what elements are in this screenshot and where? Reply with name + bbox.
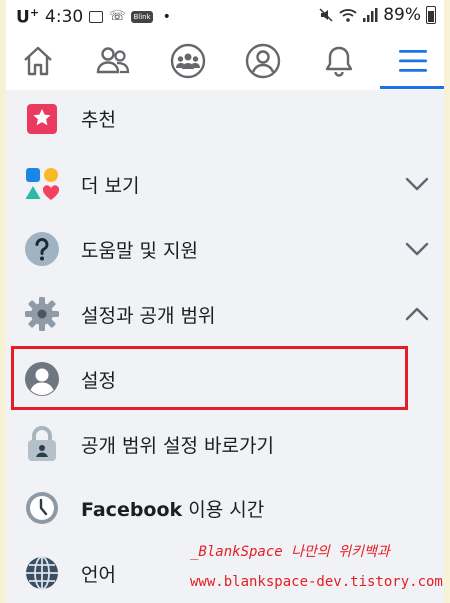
menu-item-help-support[interactable]: 도움말 및 지원 <box>6 217 444 281</box>
mute-icon <box>319 8 333 22</box>
groups-tab[interactable] <box>168 41 208 81</box>
app-notification-icon: Blink <box>131 10 153 23</box>
menu-item-label: 도움말 및 지원 <box>81 239 198 262</box>
menu-item-label: 공개 범위 설정 바로가기 <box>81 434 274 457</box>
menu-tab[interactable] <box>393 41 433 81</box>
chevron-up-icon[interactable] <box>402 299 432 329</box>
status-left: U+ 4:30 ☏ Blink • <box>16 6 171 28</box>
clock-icon <box>23 489 61 527</box>
friends-icon <box>96 47 130 74</box>
chevron-down-icon[interactable] <box>402 169 432 199</box>
status-bar: U+ 4:30 ☏ Blink • 89% <box>6 0 444 32</box>
highlight-box <box>11 346 408 410</box>
signal-icon <box>363 8 378 22</box>
bell-icon <box>325 46 353 77</box>
watermark-url: www.blankspace-dev.tistory.com <box>190 574 443 590</box>
help-icon <box>23 230 61 268</box>
menu-item-label: 추천 <box>81 108 116 131</box>
menu-item-label: 더 보기 <box>81 174 140 197</box>
wifi-call-icon: ☏ <box>109 9 126 25</box>
chevron-down-icon[interactable] <box>402 234 432 264</box>
app-frame: U+ 4:30 ☏ Blink • 89% 추천 더 보기 도움말 및 지원 설… <box>6 0 444 603</box>
more-notifications-icon: • <box>162 8 171 25</box>
gear-icon <box>23 295 61 333</box>
hamburger-menu-icon <box>399 50 427 72</box>
battery-percent: 89% <box>383 5 421 25</box>
see-more-icon <box>23 165 61 203</box>
recommend-icon <box>23 99 61 137</box>
status-right: 89% <box>318 5 436 25</box>
battery-icon <box>426 6 436 24</box>
menu-item-label: 설정과 공개 범위 <box>81 304 216 327</box>
clock-time: 4:30 <box>45 6 84 27</box>
groups-icon <box>170 43 206 79</box>
wifi-icon <box>339 9 357 22</box>
notifications-tab[interactable] <box>319 41 359 81</box>
home-tab[interactable] <box>18 41 58 81</box>
menu-item-label: 언어 <box>81 563 116 586</box>
globe-icon <box>23 554 61 592</box>
watermark-title: _BlankSpace 나만의 위키백과 <box>190 544 390 560</box>
menu-item-settings-privacy[interactable]: 설정과 공개 범위 <box>6 282 444 346</box>
friends-tab[interactable] <box>93 41 133 81</box>
menu-item-time-on-facebook[interactable]: Facebook 이용 시간 <box>6 476 444 540</box>
menu-item-label: Facebook 이용 시간 <box>81 498 265 521</box>
lock-icon <box>23 425 61 463</box>
gallery-notification-icon <box>89 10 104 23</box>
menu-item-privacy-shortcuts[interactable]: 공개 범위 설정 바로가기 <box>6 412 444 476</box>
menu-item-recommendations[interactable]: 추천 <box>6 86 444 150</box>
menu-item-see-more[interactable]: 더 보기 <box>6 152 444 216</box>
profile-icon <box>245 43 281 79</box>
profile-tab[interactable] <box>243 41 283 81</box>
top-navigation <box>6 32 444 91</box>
carrier-label: U+ <box>16 6 40 28</box>
home-icon <box>24 46 52 76</box>
